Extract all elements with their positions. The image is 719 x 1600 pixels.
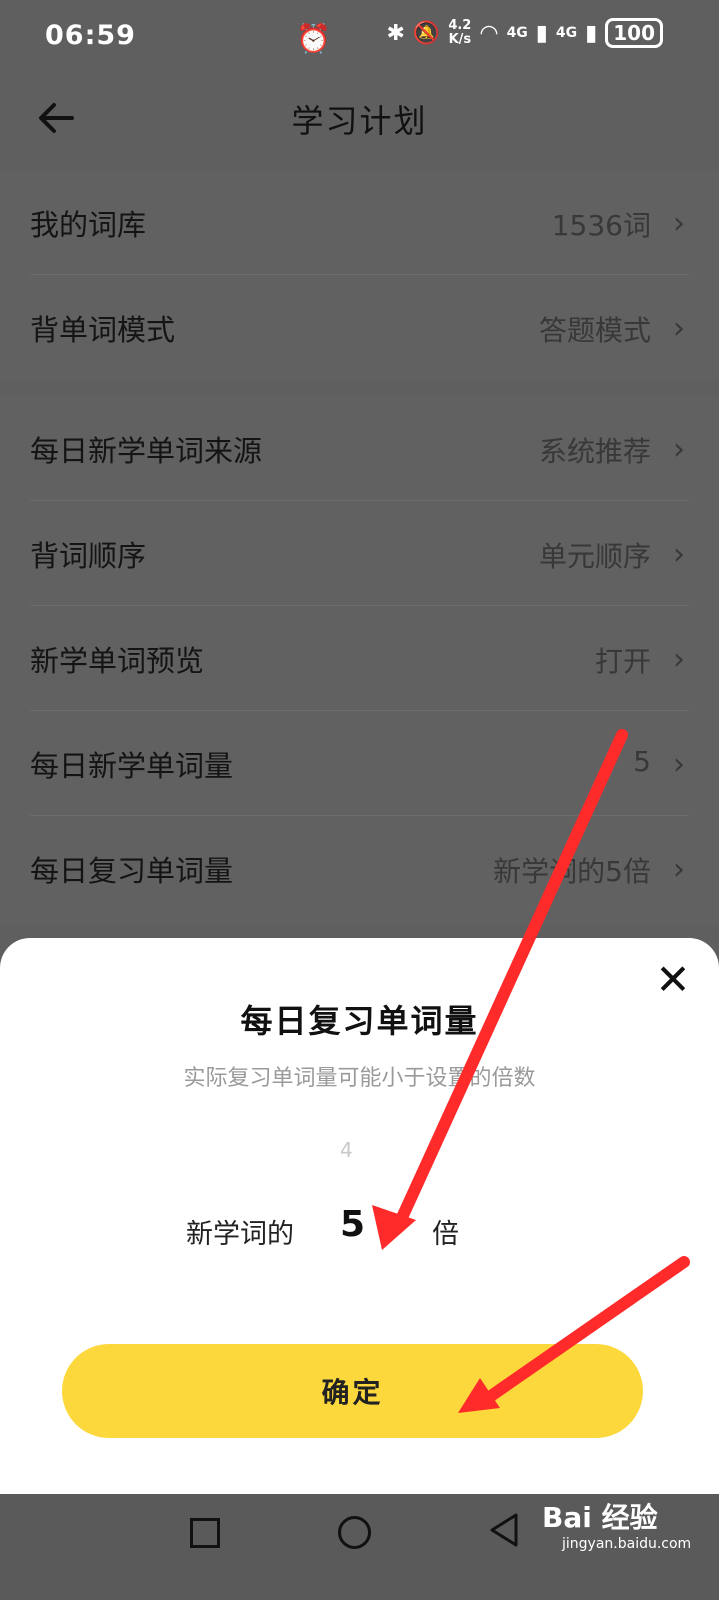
picker-option-previous[interactable]: 4 [340,1138,353,1162]
signal-icon-2: ▮ [585,20,598,46]
mute-notification-icon: 🔕 [412,20,441,46]
bluetooth-icon: ✱ [386,20,405,46]
setting-value: 1536词 [551,209,651,242]
setting-row-preview[interactable]: 新学单词预览 打开 › [30,606,689,711]
setting-value: 打开 [594,645,651,678]
setting-value: 答题模式 [538,314,651,347]
setting-row-source[interactable]: 每日新学单词来源 系统推荐 › [30,396,689,501]
watermark-brand: Bai 经验 [542,1501,658,1534]
setting-label: 新学单词预览 [30,644,205,678]
alarm-icon: ⏰ [296,22,331,55]
battery-icon: 100 [605,18,663,48]
settings-group-library: 我的词库 1536词 › 背单词模式 答题模式 › [0,170,719,380]
setting-row-library[interactable]: 我的词库 1536词 › [30,170,689,275]
status-time: 06:59 [45,20,136,51]
signal-icon-1: ▮ [535,20,548,46]
bottom-sheet-dialog: ✕ 每日复习单词量 实际复习单词量可能小于设置的倍数 4 新学词的 5 倍 确定 [0,938,719,1494]
watermark-logo: Bai 经验 jingyan.baidu.com [542,1496,691,1552]
picker-prefix-label: 新学词的 [186,1219,294,1250]
wifi-icon: ◠ [479,20,499,46]
recents-button[interactable] [190,1518,220,1548]
setting-label: 每日复习单词量 [30,854,234,888]
signal-4g-label-2: 4G [555,25,578,41]
chevron-right-icon: › [673,642,685,677]
setting-row-order[interactable]: 背词顺序 单元顺序 › [30,501,689,606]
setting-label: 背词顺序 [30,539,147,573]
chevron-right-icon: › [673,537,685,572]
watermark-url: jingyan.baidu.com [562,1536,692,1552]
chevron-right-icon: › [673,206,685,241]
dialog-subtitle: 实际复习单词量可能小于设置的倍数 [183,1066,536,1091]
chevron-right-icon: › [673,311,685,346]
home-button[interactable] [338,1516,371,1549]
chevron-right-icon: › [673,432,685,467]
chevron-right-icon: › [673,747,685,782]
setting-label: 背单词模式 [30,313,176,347]
setting-label: 每日新学单词来源 [30,434,263,468]
setting-row-daily-new[interactable]: 每日新学单词量 5 › [30,711,689,816]
setting-value: 新学词的5倍 [493,855,651,888]
confirm-button[interactable]: 确定 [62,1344,643,1438]
network-speed: 4.2 K/s [448,18,472,47]
setting-label: 每日新学单词量 [30,749,234,783]
setting-label: 我的词库 [30,208,147,242]
top-app-bar: 学习计划 [0,76,719,168]
setting-value: 系统推荐 [538,435,651,468]
setting-value: 单元顺序 [538,540,651,573]
status-icons: ✱ 🔕 4.2 K/s ◠ 4G ▮ 4G ▮ 100 [386,18,663,48]
setting-row-mode[interactable]: 背单词模式 答题模式 › [30,275,689,379]
settings-group-plan: 每日新学单词来源 系统推荐 › 背词顺序 单元顺序 › 新学单词预览 打开 › … [0,396,719,926]
chevron-right-icon: › [673,852,685,887]
setting-value: 5 [633,745,651,778]
multiplier-picker-value[interactable]: 5 [340,1204,365,1245]
page-title: 学习计划 [291,102,428,140]
status-bar: 06:59 ⏰ ✱ 🔕 4.2 K/s ◠ 4G ▮ 4G ▮ 100 [0,0,719,76]
dialog-title: 每日复习单词量 [240,1002,479,1040]
signal-4g-label-1: 4G [506,25,528,41]
nav-back-button[interactable] [488,1512,520,1548]
setting-row-daily-review[interactable]: 每日复习单词量 新学词的5倍 › [30,816,689,920]
picker-suffix-label: 倍 [432,1219,459,1250]
